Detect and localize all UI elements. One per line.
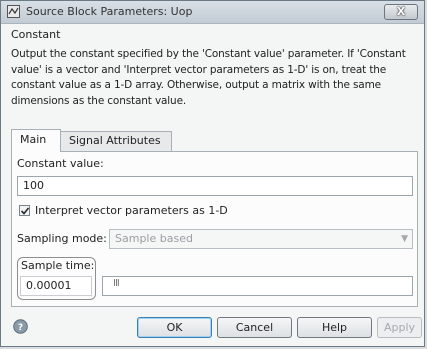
constant-value-input[interactable]: 100 xyxy=(17,176,413,196)
interpret-vector-label: Interpret vector parameters as 1-D xyxy=(35,204,228,217)
tab-main[interactable]: Main xyxy=(11,129,61,152)
close-icon: X xyxy=(396,5,406,18)
chevron-down-icon: ▼ xyxy=(401,234,408,244)
sampling-mode-select[interactable]: Sample based ▼ xyxy=(109,229,413,249)
constant-value-label: Constant value: xyxy=(17,157,104,170)
sample-time-extended-field[interactable] xyxy=(102,276,413,296)
simulink-block-icon xyxy=(7,5,20,18)
sample-time-input[interactable]: 0.00001 xyxy=(20,276,92,296)
apply-button[interactable]: Apply xyxy=(377,317,422,338)
sampling-mode-label: Sampling mode: xyxy=(17,232,107,245)
main-tab-panel: Constant value: 100 Interpret vector par… xyxy=(11,151,418,307)
window-title: Source Block Parameters: Uop xyxy=(26,5,193,18)
cancel-button[interactable]: Cancel xyxy=(217,317,292,338)
sample-time-label: Sample time: xyxy=(21,259,95,272)
close-button[interactable]: X xyxy=(384,4,418,20)
block-type-label: Constant xyxy=(11,28,61,41)
dialog-window: Source Block Parameters: Uop X Constant … xyxy=(0,0,425,347)
title-bar[interactable]: Source Block Parameters: Uop X xyxy=(1,1,424,24)
help-icon[interactable]: ? xyxy=(13,319,28,334)
checkmark-icon xyxy=(20,207,30,215)
sampling-mode-value: Sample based xyxy=(115,232,193,245)
help-button[interactable]: Help xyxy=(297,317,372,338)
interpret-vector-checkbox[interactable] xyxy=(19,205,30,216)
text-cursor-mark: III xyxy=(113,278,120,289)
svg-text:?: ? xyxy=(18,323,23,333)
ok-button[interactable]: OK xyxy=(137,317,212,338)
block-description: Output the constant specified by the 'Co… xyxy=(11,48,406,107)
tab-signal-attributes[interactable]: Signal Attributes xyxy=(60,131,172,151)
